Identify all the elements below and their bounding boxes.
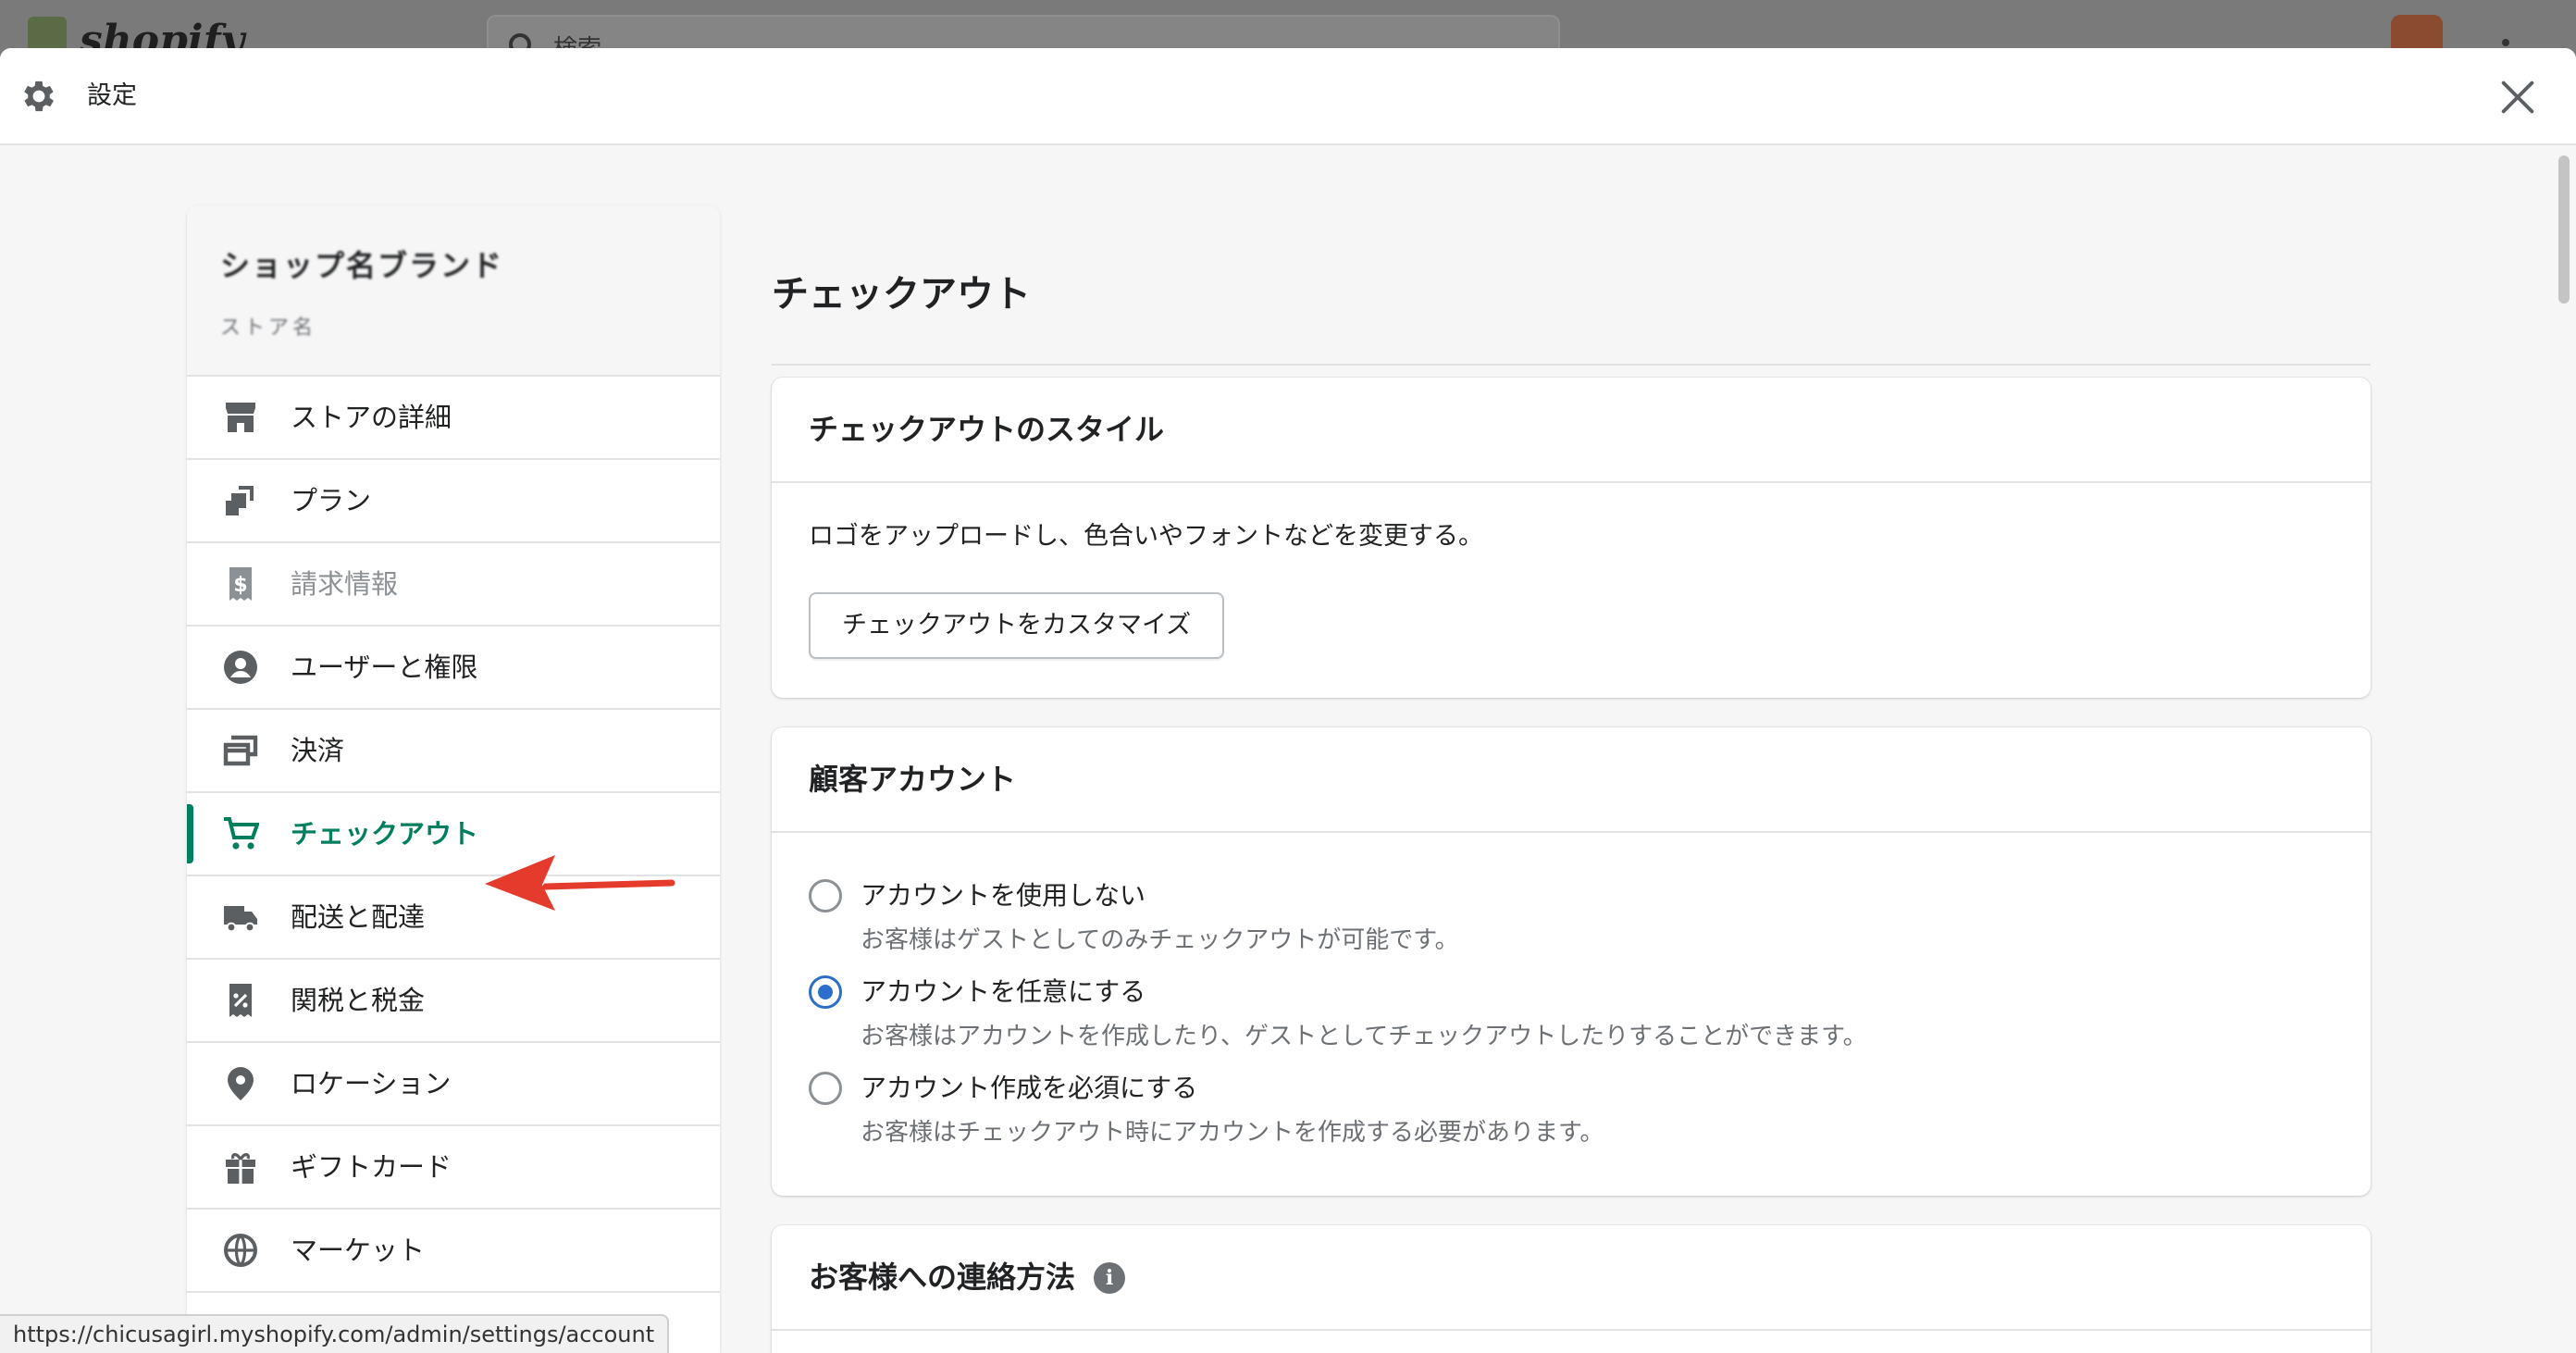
radio-label: アカウントを使用しない	[861, 880, 1146, 911]
sidebar-item-label: ユーザーと権限	[291, 652, 478, 683]
card-header: チェックアウトのスタイル	[772, 378, 2371, 483]
card-header: お客様への連絡方法 i	[772, 1225, 2371, 1331]
sidebar-item-payments[interactable]: 決済	[187, 710, 720, 793]
svg-text:$: $	[233, 574, 247, 597]
sidebar-item-billing[interactable]: $ 請求情報	[187, 543, 720, 627]
settings-sidebar: ショップ名ブランド ストア名 ストアの詳細 プラン $ 請求情報 ユーザーと権限…	[187, 205, 720, 1353]
modal-title: 設定	[87, 81, 137, 110]
location-icon	[228, 1067, 254, 1100]
radio-help-text: お客様はチェックアウト時にアカウントを作成する必要があります。	[861, 1119, 1604, 1147]
annotation-arrow-icon	[485, 855, 675, 911]
page-title: チェックアウト	[772, 273, 1031, 316]
divider	[772, 364, 2371, 366]
card-title: チェックアウトのスタイル	[809, 412, 1165, 447]
scrollbar[interactable]	[2554, 148, 2576, 1353]
scrollbar-thumb[interactable]	[2558, 155, 2570, 304]
tax-icon	[229, 984, 252, 1017]
sidebar-item-store-details[interactable]: ストアの詳細	[187, 377, 720, 460]
sidebar-item-plan[interactable]: プラン	[187, 460, 720, 543]
sidebar-item-label: プラン	[291, 485, 372, 516]
plan-icon	[226, 486, 254, 515]
store-icon	[226, 403, 255, 432]
sidebar-item-label: ロケーション	[291, 1068, 452, 1099]
sidebar-item-label: 決済	[291, 735, 345, 766]
sidebar-item-taxes[interactable]: 関税と税金	[187, 960, 720, 1043]
card-header: 顧客アカウント	[772, 727, 2371, 833]
more-dot-icon	[2502, 39, 2509, 46]
radio-label: アカウント作成を必須にする	[861, 1073, 1198, 1103]
gift-icon	[226, 1153, 255, 1184]
checkout-style-card: チェックアウトのスタイル ロゴをアップロードし、色合いやフォントなどを変更する。…	[772, 378, 2371, 698]
sidebar-item-label: ギフトカード	[291, 1151, 452, 1183]
card-title: お客様への連絡方法	[809, 1260, 1076, 1295]
background-topbar: shopify 検索	[0, 0, 2576, 64]
truck-icon	[224, 906, 257, 933]
radio-button[interactable]	[809, 975, 842, 1009]
customize-checkout-button[interactable]: チェックアウトをカスタマイズ	[809, 592, 1225, 659]
active-indicator	[187, 804, 193, 863]
info-icon[interactable]: i	[1094, 1262, 1125, 1294]
customer-accounts-card: 顧客アカウント アカウントを使用しない お客様はゲストとしてのみチェックアウトが…	[772, 727, 2371, 1196]
sidebar-item-label: マーケット	[291, 1235, 426, 1266]
radio-button[interactable]	[809, 1072, 842, 1105]
store-header: ショップ名ブランド ストア名	[187, 205, 720, 377]
sidebar-item-label: チェックアウト	[291, 818, 479, 850]
customer-contact-card: お客様への連絡方法 i	[772, 1225, 2371, 1353]
cart-icon	[224, 817, 259, 850]
sidebar-item-label: 配送と配達	[291, 901, 426, 933]
billing-icon: $	[229, 567, 252, 601]
card-title: 顧客アカウント	[809, 762, 1017, 797]
card-description: ロゴをアップロードし、色合いやフォントなどを変更する。	[809, 522, 1483, 551]
globe-icon	[224, 1234, 257, 1267]
modal-header: 設定	[0, 48, 2576, 145]
sidebar-item-label: 関税と税金	[291, 985, 426, 1016]
sidebar-item-gift-cards[interactable]: ギフトカード	[187, 1126, 720, 1210]
user-icon	[224, 651, 257, 684]
payment-icon	[223, 735, 258, 766]
radio-help-text: お客様はゲストとしてのみチェックアウトが可能です。	[861, 926, 1459, 954]
settings-modal: 設定 ショップ名ブランド ストア名 ストアの詳細 プラン $ 請求情報 ユーザー…	[0, 48, 2576, 1353]
radio-help-text: お客様はアカウントを作成したり、ゲストとしてチェックアウトしたりすることができま…	[861, 1023, 1867, 1050]
status-bar-url: https://chicusagirl.myshopify.com/admin/…	[0, 1314, 670, 1353]
radio-label: アカウントを任意にする	[861, 976, 1146, 1007]
radio-button[interactable]	[809, 879, 842, 912]
sidebar-item-users[interactable]: ユーザーと権限	[187, 627, 720, 710]
sidebar-item-locations[interactable]: ロケーション	[187, 1043, 720, 1126]
close-icon[interactable]	[2496, 76, 2539, 118]
sidebar-item-label: 請求情報	[291, 568, 399, 600]
sidebar-item-label: ストアの詳細	[291, 402, 452, 433]
store-subtitle: ストア名	[220, 317, 317, 340]
gear-icon	[24, 81, 54, 112]
store-name: ショップ名ブランド	[220, 248, 504, 283]
sidebar-item-markets[interactable]: マーケット	[187, 1210, 720, 1293]
